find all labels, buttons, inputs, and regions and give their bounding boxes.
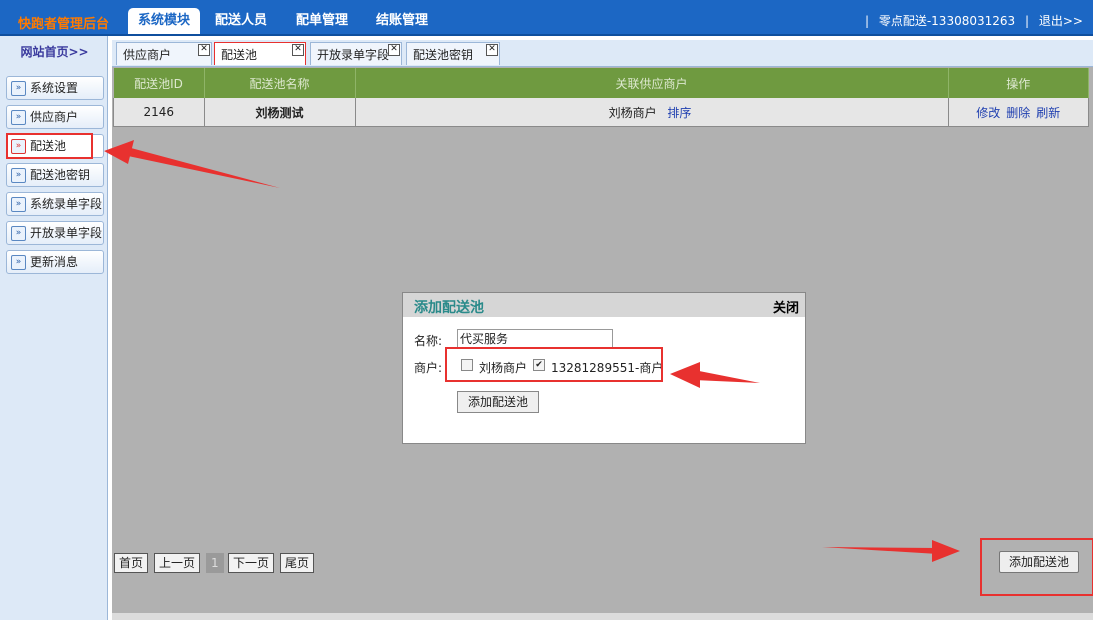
arrow-icon bbox=[694, 370, 760, 383]
arrow-icon bbox=[932, 540, 960, 562]
arrow-icon bbox=[670, 362, 700, 388]
arrow-icon bbox=[128, 148, 280, 188]
arrow-icon bbox=[822, 547, 938, 554]
annotation-arrows bbox=[104, 140, 960, 562]
arrow-icon bbox=[104, 140, 134, 164]
